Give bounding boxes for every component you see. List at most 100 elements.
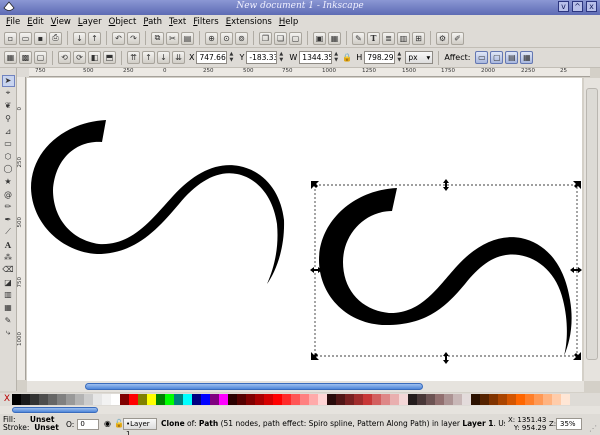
select-all-layers-icon[interactable]: ▩ — [19, 51, 32, 64]
zoom-selection-icon[interactable]: ⊕ — [205, 31, 218, 45]
node-tool-icon[interactable]: ⌖ — [2, 88, 15, 100]
preferences-icon[interactable]: ⚙ — [436, 31, 449, 45]
deselect-icon[interactable]: ▢ — [34, 51, 47, 64]
color-swatch[interactable] — [138, 394, 147, 405]
paste-icon[interactable]: ▤ — [181, 31, 194, 45]
affect-patterns-icon[interactable]: ▦ — [520, 51, 534, 64]
affect-rounded-corners-icon[interactable]: ▢ — [490, 51, 504, 64]
color-swatch[interactable] — [165, 394, 174, 405]
clone-icon[interactable]: ❏ — [274, 31, 287, 45]
color-swatch[interactable] — [399, 394, 408, 405]
color-swatch[interactable] — [354, 394, 363, 405]
zoom-page-icon[interactable]: ⊚ — [235, 31, 248, 45]
color-swatch[interactable] — [309, 394, 318, 405]
menu-extensions[interactable]: Extensions — [226, 15, 272, 29]
redo-icon[interactable]: ↷ — [127, 31, 140, 45]
color-swatch[interactable] — [84, 394, 93, 405]
w-field[interactable]: 1344.35 — [299, 51, 333, 64]
color-swatch[interactable] — [102, 394, 111, 405]
horizontal-scrollbar[interactable] — [27, 381, 584, 392]
color-swatch[interactable] — [30, 394, 39, 405]
color-swatch[interactable] — [471, 394, 480, 405]
duplicate-icon[interactable]: ❐ — [259, 31, 272, 45]
y-field[interactable]: -183.33 — [246, 51, 278, 64]
affect-stroke-width-icon[interactable]: ▭ — [475, 51, 489, 64]
cut-icon[interactable]: ✂ — [166, 31, 179, 45]
text-tool-icon[interactable]: A — [2, 239, 15, 251]
fill-stroke-indicator[interactable]: Fill: Unset Stroke: Unset — [3, 416, 59, 432]
color-swatch[interactable] — [318, 394, 327, 405]
color-swatch[interactable] — [237, 394, 246, 405]
color-swatch[interactable] — [12, 394, 21, 405]
color-swatch[interactable] — [525, 394, 534, 405]
color-swatch[interactable] — [228, 394, 237, 405]
color-swatch[interactable] — [480, 394, 489, 405]
save-icon[interactable]: ▪ — [34, 31, 47, 45]
color-swatch[interactable] — [561, 394, 570, 405]
fill-stroke-icon[interactable]: ✎ — [352, 31, 365, 45]
color-swatch[interactable] — [291, 394, 300, 405]
color-swatch[interactable] — [282, 394, 291, 405]
raise-to-top-icon[interactable]: ⇈ — [127, 51, 140, 64]
eye-icon[interactable]: ◉ — [104, 419, 111, 428]
minimize-button[interactable]: v — [558, 1, 569, 12]
color-swatch[interactable] — [444, 394, 453, 405]
original-path[interactable] — [31, 120, 285, 284]
color-swatch[interactable] — [390, 394, 399, 405]
raise-icon[interactable]: ↑ — [142, 51, 155, 64]
vertical-scrollbar[interactable] — [584, 78, 600, 381]
rotate-cw-icon[interactable]: ⟳ — [73, 51, 86, 64]
color-swatch[interactable] — [300, 394, 309, 405]
x-spinner[interactable]: ▲ ▼ — [229, 51, 235, 64]
color-swatch[interactable] — [426, 394, 435, 405]
color-swatch[interactable] — [111, 394, 120, 405]
color-swatch[interactable] — [462, 394, 471, 405]
close-button[interactable]: x — [586, 1, 597, 12]
ellipse-tool-icon[interactable]: ◯ — [2, 163, 15, 175]
y-spinner[interactable]: ▲ ▼ — [279, 51, 285, 64]
rect-tool-icon[interactable]: ▭ — [2, 138, 15, 150]
color-swatch[interactable] — [516, 394, 525, 405]
pen-tool-icon[interactable]: ✒ — [2, 214, 15, 226]
menu-text[interactable]: Text — [169, 15, 186, 29]
flip-vertical-icon[interactable]: ⬒ — [103, 51, 116, 64]
unit-select[interactable]: px ▾ — [405, 51, 434, 64]
x-field[interactable]: 747.666 — [196, 51, 228, 64]
horizontal-scroll-thumb[interactable] — [85, 383, 423, 390]
color-swatch[interactable] — [381, 394, 390, 405]
color-swatch[interactable] — [327, 394, 336, 405]
palette-scrollbar[interactable] — [0, 406, 600, 414]
3dbox-tool-icon[interactable]: ⬡ — [2, 151, 15, 163]
import-icon[interactable]: ↓ — [73, 31, 86, 45]
color-swatch[interactable] — [417, 394, 426, 405]
color-swatch[interactable] — [75, 394, 84, 405]
color-swatch[interactable] — [57, 394, 66, 405]
star-tool-icon[interactable]: ★ — [2, 176, 15, 188]
color-swatch[interactable] — [372, 394, 381, 405]
lower-to-bottom-icon[interactable]: ⇊ — [172, 51, 185, 64]
color-swatch[interactable] — [183, 394, 192, 405]
color-swatch[interactable] — [336, 394, 345, 405]
color-swatch[interactable] — [264, 394, 273, 405]
lower-icon[interactable]: ↓ — [157, 51, 170, 64]
no-paint-swatch[interactable]: X — [2, 394, 12, 405]
selector-tool-icon[interactable]: ➤ — [1, 75, 15, 87]
tweak-tool-icon[interactable]: ❦ — [2, 100, 15, 112]
drawing-canvas[interactable] — [27, 78, 582, 381]
color-swatch[interactable] — [345, 394, 354, 405]
document-properties-icon[interactable]: ✐ — [451, 31, 464, 45]
mesh-tool-icon[interactable]: ▦ — [2, 302, 15, 314]
new-document-icon[interactable]: ▫ — [4, 31, 17, 45]
color-swatch[interactable] — [543, 394, 552, 405]
color-swatch[interactable] — [48, 394, 57, 405]
zoom-field[interactable]: 35% — [556, 418, 582, 430]
resize-grip-icon[interactable]: ⋰ — [589, 424, 597, 433]
unlink-clone-icon[interactable]: ▢ — [289, 31, 302, 45]
menu-view[interactable]: View — [51, 15, 71, 29]
flip-horizontal-icon[interactable]: ◧ — [88, 51, 101, 64]
w-spinner[interactable]: ▲ ▼ — [334, 51, 340, 64]
color-swatch[interactable] — [156, 394, 165, 405]
open-icon[interactable]: ▭ — [19, 31, 32, 45]
group-icon[interactable]: ▣ — [313, 31, 326, 45]
menu-help[interactable]: Help — [279, 15, 298, 29]
